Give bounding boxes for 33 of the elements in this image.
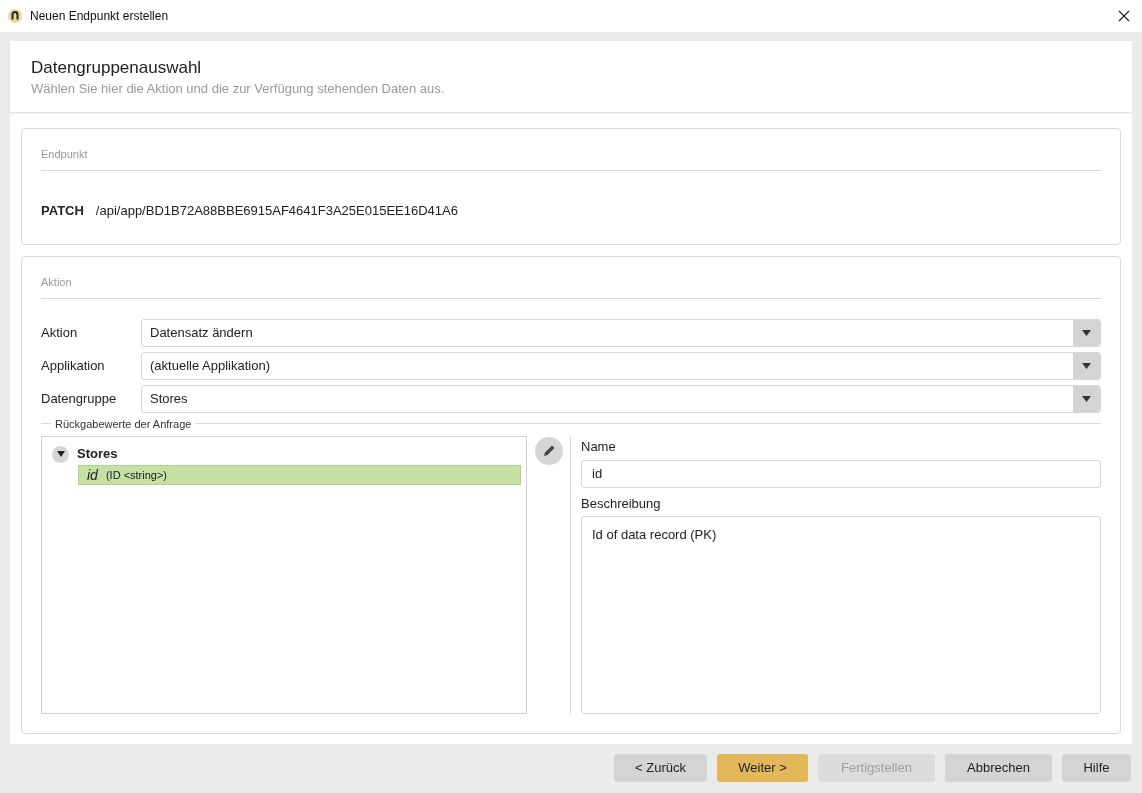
- pencil-icon: [541, 444, 556, 458]
- field-label: Beschreibung: [581, 494, 662, 513]
- dropdown[interactable]: (aktuelle Applikation): [141, 351, 1101, 380]
- tree-item[interactable]: id (ID <string>): [78, 465, 521, 485]
- name-field[interactable]: id: [581, 459, 1101, 488]
- field-label: Applikation: [41, 356, 106, 375]
- expand-toggle[interactable]: [52, 445, 69, 463]
- caret-icon: [1082, 362, 1091, 369]
- section-legend: Aktion: [41, 257, 1101, 299]
- dialog-button[interactable]: Hilfe: [1062, 754, 1131, 782]
- description-field[interactable]: Id of data record (PK): [581, 516, 1101, 714]
- dialog-button[interactable]: Weiter >: [717, 754, 808, 782]
- app-logo-icon: [8, 9, 22, 23]
- page-title: Datengruppenauswahl: [31, 57, 203, 79]
- dropdown[interactable]: Stores: [141, 384, 1101, 413]
- caret-icon: [1082, 329, 1091, 336]
- field-label: Datengruppe: [41, 389, 118, 408]
- http-method: PATCH: [41, 201, 84, 220]
- dialog-button[interactable]: Abbrechen: [945, 754, 1052, 782]
- field-label: Name: [581, 438, 617, 456]
- window-title: Neuen Endpunkt erstellen: [30, 8, 170, 25]
- triangle-icon: [56, 451, 65, 457]
- dropdown[interactable]: Datensatz ändern: [141, 318, 1101, 347]
- tree-item[interactable]: Stores: [75, 444, 120, 464]
- section-legend: Endpunkt: [41, 129, 1101, 171]
- edit-button[interactable]: [534, 437, 563, 465]
- close-icon[interactable]: [1118, 10, 1130, 22]
- group-legend: Rückgabewerte der Anfrage: [55, 415, 192, 432]
- field-label: Aktion: [41, 323, 79, 342]
- caret-icon: [1082, 395, 1091, 402]
- endpoint-path: /api/app/BD1B72A88BBE6915AF4641F3A25E015EE16D41A6: [95, 201, 458, 220]
- dialog-button[interactable]: < Zurück: [614, 754, 707, 782]
- page-subtitle: Wählen Sie hier die Aktion und die zur Verfügung stehenden Daten aus.: [31, 80, 446, 98]
